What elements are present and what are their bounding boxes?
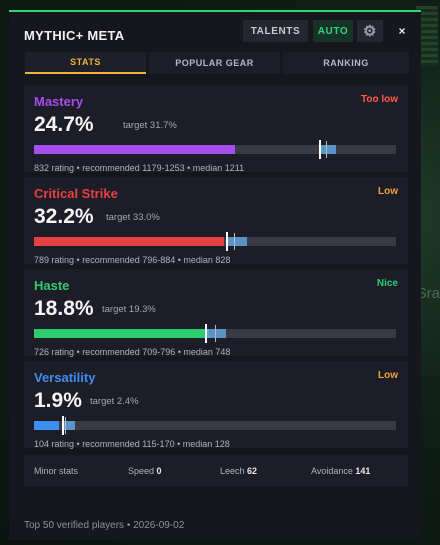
leech-value: 62 — [247, 466, 258, 476]
stat-fill — [34, 421, 59, 430]
stat-median: median 748 — [183, 347, 231, 357]
stat-card-haste: Haste Nice 18.8% target 19.3% 726 rating… — [24, 269, 408, 357]
stat-recommended: recommended 709-796 — [82, 347, 176, 357]
minor-stats-label: Minor stats — [34, 466, 79, 476]
footer-date: 2026-09-02 — [133, 520, 185, 531]
stat-name: Versatility — [34, 370, 96, 385]
avoidance-value: 141 — [355, 466, 371, 476]
stat-rating: 789 rating — [34, 255, 75, 265]
stat-recommended: recommended 115-170 — [82, 439, 175, 449]
target-marker — [62, 416, 64, 435]
stat-bar — [34, 324, 396, 343]
tab-stats[interactable]: STATS — [25, 52, 146, 74]
leech-label: Leech — [220, 466, 245, 476]
stat-target: target 33.0% — [106, 212, 160, 223]
target-marker — [226, 232, 228, 251]
stat-fill — [34, 145, 235, 154]
median-marker — [234, 233, 235, 250]
median-marker — [215, 325, 216, 342]
stat-median: median 1211 — [192, 163, 245, 173]
stat-recommended: recommended 1179-1253 — [82, 163, 185, 173]
stat-percent: 18.8% — [34, 297, 94, 320]
stat-name: Mastery — [34, 94, 84, 109]
stat-details: 789 rating • recommended 796-884 • media… — [34, 255, 231, 265]
stat-bar — [34, 140, 396, 159]
target-marker — [319, 140, 321, 159]
speed-value: 0 — [156, 466, 162, 476]
stat-rating: 104 rating — [34, 439, 75, 449]
stat-card-mastery: Mastery Too low 24.7% target 31.7% 832 r… — [24, 85, 408, 173]
stat-percent: 32.2% — [34, 205, 94, 228]
stat-name: Haste — [34, 278, 70, 293]
stat-target: target 19.3% — [102, 304, 156, 315]
close-icon[interactable]: × — [395, 24, 409, 38]
target-marker — [205, 324, 207, 343]
stat-rating: 726 rating — [34, 347, 75, 357]
median-marker — [65, 417, 66, 434]
stat-percent: 24.7% — [34, 113, 94, 136]
footer-source: Top 50 verified players — [24, 520, 125, 531]
stat-card-versatility: Versatility Low 1.9% target 2.4% 104 rat… — [24, 361, 408, 449]
stat-median: median 128 — [182, 439, 230, 449]
recommended-range — [226, 237, 247, 246]
stat-bar — [34, 416, 396, 435]
minor-stats: Minor stats Speed 0 Leech 62 Avoidance 1… — [24, 455, 408, 486]
stat-fill — [34, 237, 224, 246]
talents-button[interactable]: TALENTS — [243, 20, 308, 42]
footer-text: Top 50 verified players • 2026-09-02 — [24, 520, 185, 531]
tab-bar: STATS POPULAR GEAR RANKING — [25, 52, 409, 74]
leech-stat: Leech 62 — [220, 466, 257, 476]
stat-rating: 832 rating — [34, 163, 75, 173]
stat-percent: 1.9% — [34, 389, 82, 412]
speed-stat: Speed 0 — [128, 466, 162, 476]
gear-icon[interactable]: ⚙ — [357, 20, 383, 42]
mythic-meta-panel: MYTHIC+ META TALENTS AUTO ⚙ × STATS POPU… — [9, 10, 421, 540]
stat-fill — [34, 329, 209, 338]
stat-bar — [34, 232, 396, 251]
stat-target: target 31.7% — [123, 120, 177, 131]
auto-button[interactable]: AUTO — [313, 20, 353, 42]
recommended-range — [319, 145, 336, 154]
stat-recommended: recommended 796-884 — [82, 255, 176, 265]
stat-status: Low — [378, 186, 398, 197]
stat-card-critical-strike: Critical Strike Low 32.2% target 33.0% 7… — [24, 177, 408, 265]
speed-label: Speed — [128, 466, 155, 476]
tab-popular-gear[interactable]: POPULAR GEAR — [149, 52, 280, 74]
stat-details: 832 rating • recommended 1179-1253 • med… — [34, 163, 245, 173]
stat-median: median 828 — [183, 255, 231, 265]
stat-status: Too low — [360, 94, 398, 105]
avoidance-stat: Avoidance 141 — [311, 466, 370, 476]
stat-status: Nice — [376, 278, 398, 289]
panel-title: MYTHIC+ META — [24, 28, 125, 43]
tab-ranking[interactable]: RANKING — [283, 52, 409, 74]
stat-details: 104 rating • recommended 115-170 • media… — [34, 439, 230, 449]
stat-name: Critical Strike — [34, 186, 118, 201]
stat-status: Low — [378, 370, 398, 381]
avoidance-label: Avoidance — [311, 466, 353, 476]
stat-details: 726 rating • recommended 709-796 • media… — [34, 347, 231, 357]
median-marker — [326, 141, 327, 158]
stat-target: target 2.4% — [90, 396, 139, 407]
